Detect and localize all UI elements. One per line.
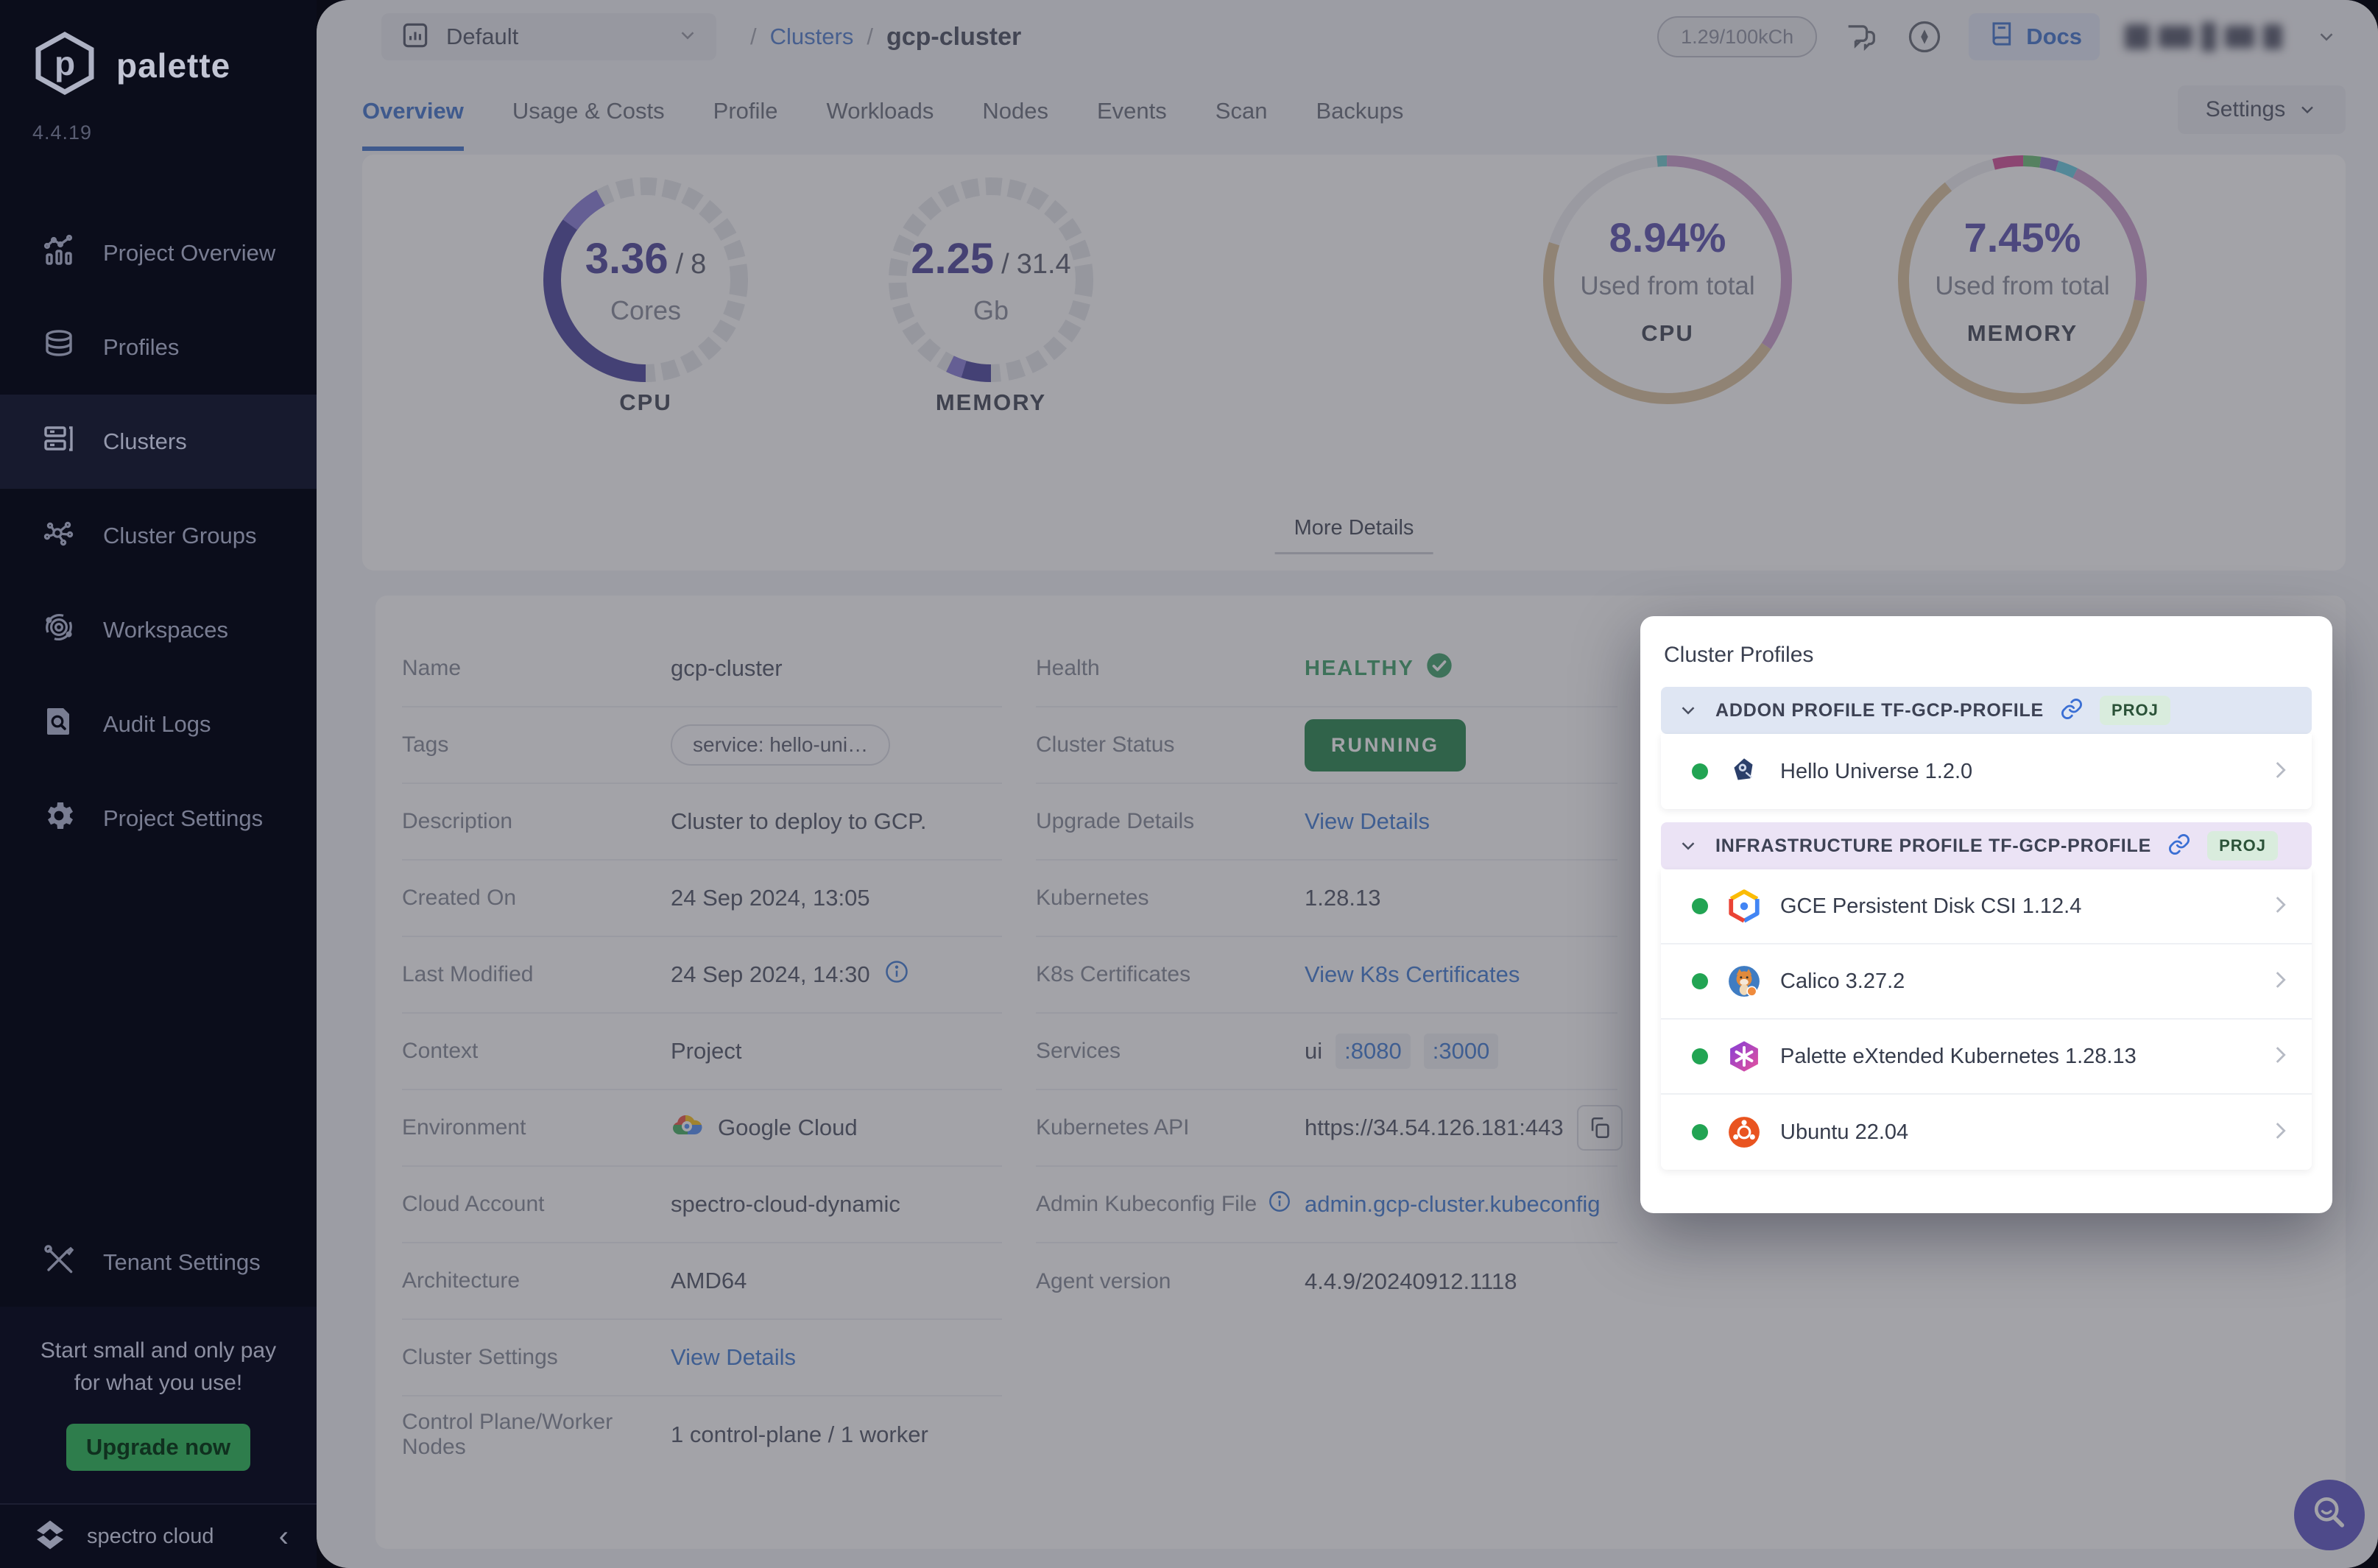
sidebar-item-workspaces[interactable]: Workspaces <box>0 583 317 677</box>
chevron-right-icon <box>2268 967 2293 996</box>
chevron-right-icon <box>2268 757 2293 786</box>
scope-badge: PROJ <box>2100 696 2170 725</box>
link-icon[interactable] <box>2167 833 2191 860</box>
sidebar-item-cluster-groups[interactable]: Cluster Groups <box>0 489 317 583</box>
footer-brand-text: spectro cloud <box>87 1525 214 1549</box>
upgrade-promo: Start small and only pay for what you us… <box>0 1307 317 1503</box>
addon-profile-items: Hello Universe 1.2.0 <box>1661 734 2312 809</box>
upgrade-now-button[interactable]: Upgrade now <box>66 1424 250 1471</box>
spectro-cloud-logo-icon <box>28 1513 72 1561</box>
palette-logo-icon: p <box>31 29 99 101</box>
profile-layer-palette-kubernetes[interactable]: Palette eXtended Kubernetes 1.28.13 <box>1661 1020 2312 1095</box>
status-dot <box>1692 763 1708 780</box>
app-logo: p palette <box>0 0 317 101</box>
scope-badge: PROJ <box>2207 831 2278 861</box>
sidebar-item-project-overview[interactable]: Project Overview <box>0 206 317 300</box>
tenant-settings-icon <box>41 1242 77 1283</box>
status-dot <box>1692 973 1708 989</box>
section-title: ADDON PROFILE TF-GCP-PROFILE <box>1715 700 2044 721</box>
profiles-icon <box>41 327 77 368</box>
sidebar-collapse-icon[interactable]: ‹ <box>279 1522 289 1551</box>
gce-disk-icon <box>1727 889 1761 923</box>
project-settings-icon <box>41 798 77 839</box>
hello-universe-icon <box>1727 755 1761 788</box>
cluster-profiles-panel: Cluster Profiles ADDON PROFILE TF-GCP-PR… <box>1640 616 2332 1213</box>
project-overview-icon <box>41 233 77 274</box>
workspaces-icon <box>41 610 77 651</box>
sidebar: p palette 4.4.19 Project Overview <box>0 0 317 1568</box>
sidebar-item-label: Tenant Settings <box>103 1249 261 1276</box>
chevron-down-icon <box>1677 835 1699 857</box>
promo-line-1: Start small and only pay <box>22 1335 294 1367</box>
addon-profile-section-header[interactable]: ADDON PROFILE TF-GCP-PROFILE PROJ <box>1661 687 2312 734</box>
status-dot <box>1692 1048 1708 1064</box>
sidebar-item-profiles[interactable]: Profiles <box>0 300 317 395</box>
sidebar-item-label: Cluster Groups <box>103 523 256 549</box>
sidebar-item-label: Clusters <box>103 428 187 455</box>
app-logo-text: palette <box>116 46 230 85</box>
sidebar-footer: spectro cloud ‹ <box>0 1503 317 1568</box>
app-version: 4.4.19 <box>0 101 317 144</box>
chevron-right-icon <box>2268 1118 2293 1147</box>
profile-layer-calico[interactable]: Calico 3.27.2 <box>1661 944 2312 1020</box>
sidebar-item-clusters[interactable]: Clusters <box>0 395 317 489</box>
sidebar-item-label: Audit Logs <box>103 711 211 738</box>
sidebar-item-label: Workspaces <box>103 617 228 643</box>
sidebar-item-audit-logs[interactable]: Audit Logs <box>0 677 317 771</box>
link-icon[interactable] <box>2060 697 2084 724</box>
ubuntu-icon <box>1727 1115 1761 1149</box>
profile-layer-ubuntu[interactable]: Ubuntu 22.04 <box>1661 1095 2312 1170</box>
sidebar-item-label: Project Overview <box>103 240 275 266</box>
promo-line-2: for what you use! <box>22 1367 294 1399</box>
sidebar-item-project-settings[interactable]: Project Settings <box>0 771 317 866</box>
panel-title: Cluster Profiles <box>1661 643 2312 668</box>
chevron-right-icon <box>2268 892 2293 921</box>
audit-logs-icon <box>41 704 77 745</box>
infrastructure-profile-section-header[interactable]: INFRASTRUCTURE PROFILE TF-GCP-PROFILE PR… <box>1661 822 2312 869</box>
palette-kubernetes-icon <box>1727 1039 1761 1073</box>
chevron-right-icon <box>2268 1042 2293 1071</box>
svg-text:p: p <box>54 44 75 82</box>
infrastructure-profile-items: GCE Persistent Disk CSI 1.12.4 Ca <box>1661 869 2312 1170</box>
section-title: INFRASTRUCTURE PROFILE TF-GCP-PROFILE <box>1715 836 2151 857</box>
profile-layer-hello-universe[interactable]: Hello Universe 1.2.0 <box>1661 734 2312 809</box>
status-dot <box>1692 898 1708 914</box>
cluster-groups-icon <box>41 515 77 557</box>
sidebar-item-tenant-settings[interactable]: Tenant Settings <box>0 1218 317 1307</box>
calico-icon <box>1727 964 1761 998</box>
status-dot <box>1692 1124 1708 1140</box>
profile-layer-gce-disk[interactable]: GCE Persistent Disk CSI 1.12.4 <box>1661 869 2312 944</box>
chevron-down-icon <box>1677 699 1699 721</box>
sidebar-nav: Project Overview Profiles C <box>0 206 317 866</box>
sidebar-item-label: Project Settings <box>103 805 263 832</box>
clusters-icon <box>41 421 77 462</box>
sidebar-item-label: Profiles <box>103 334 179 361</box>
